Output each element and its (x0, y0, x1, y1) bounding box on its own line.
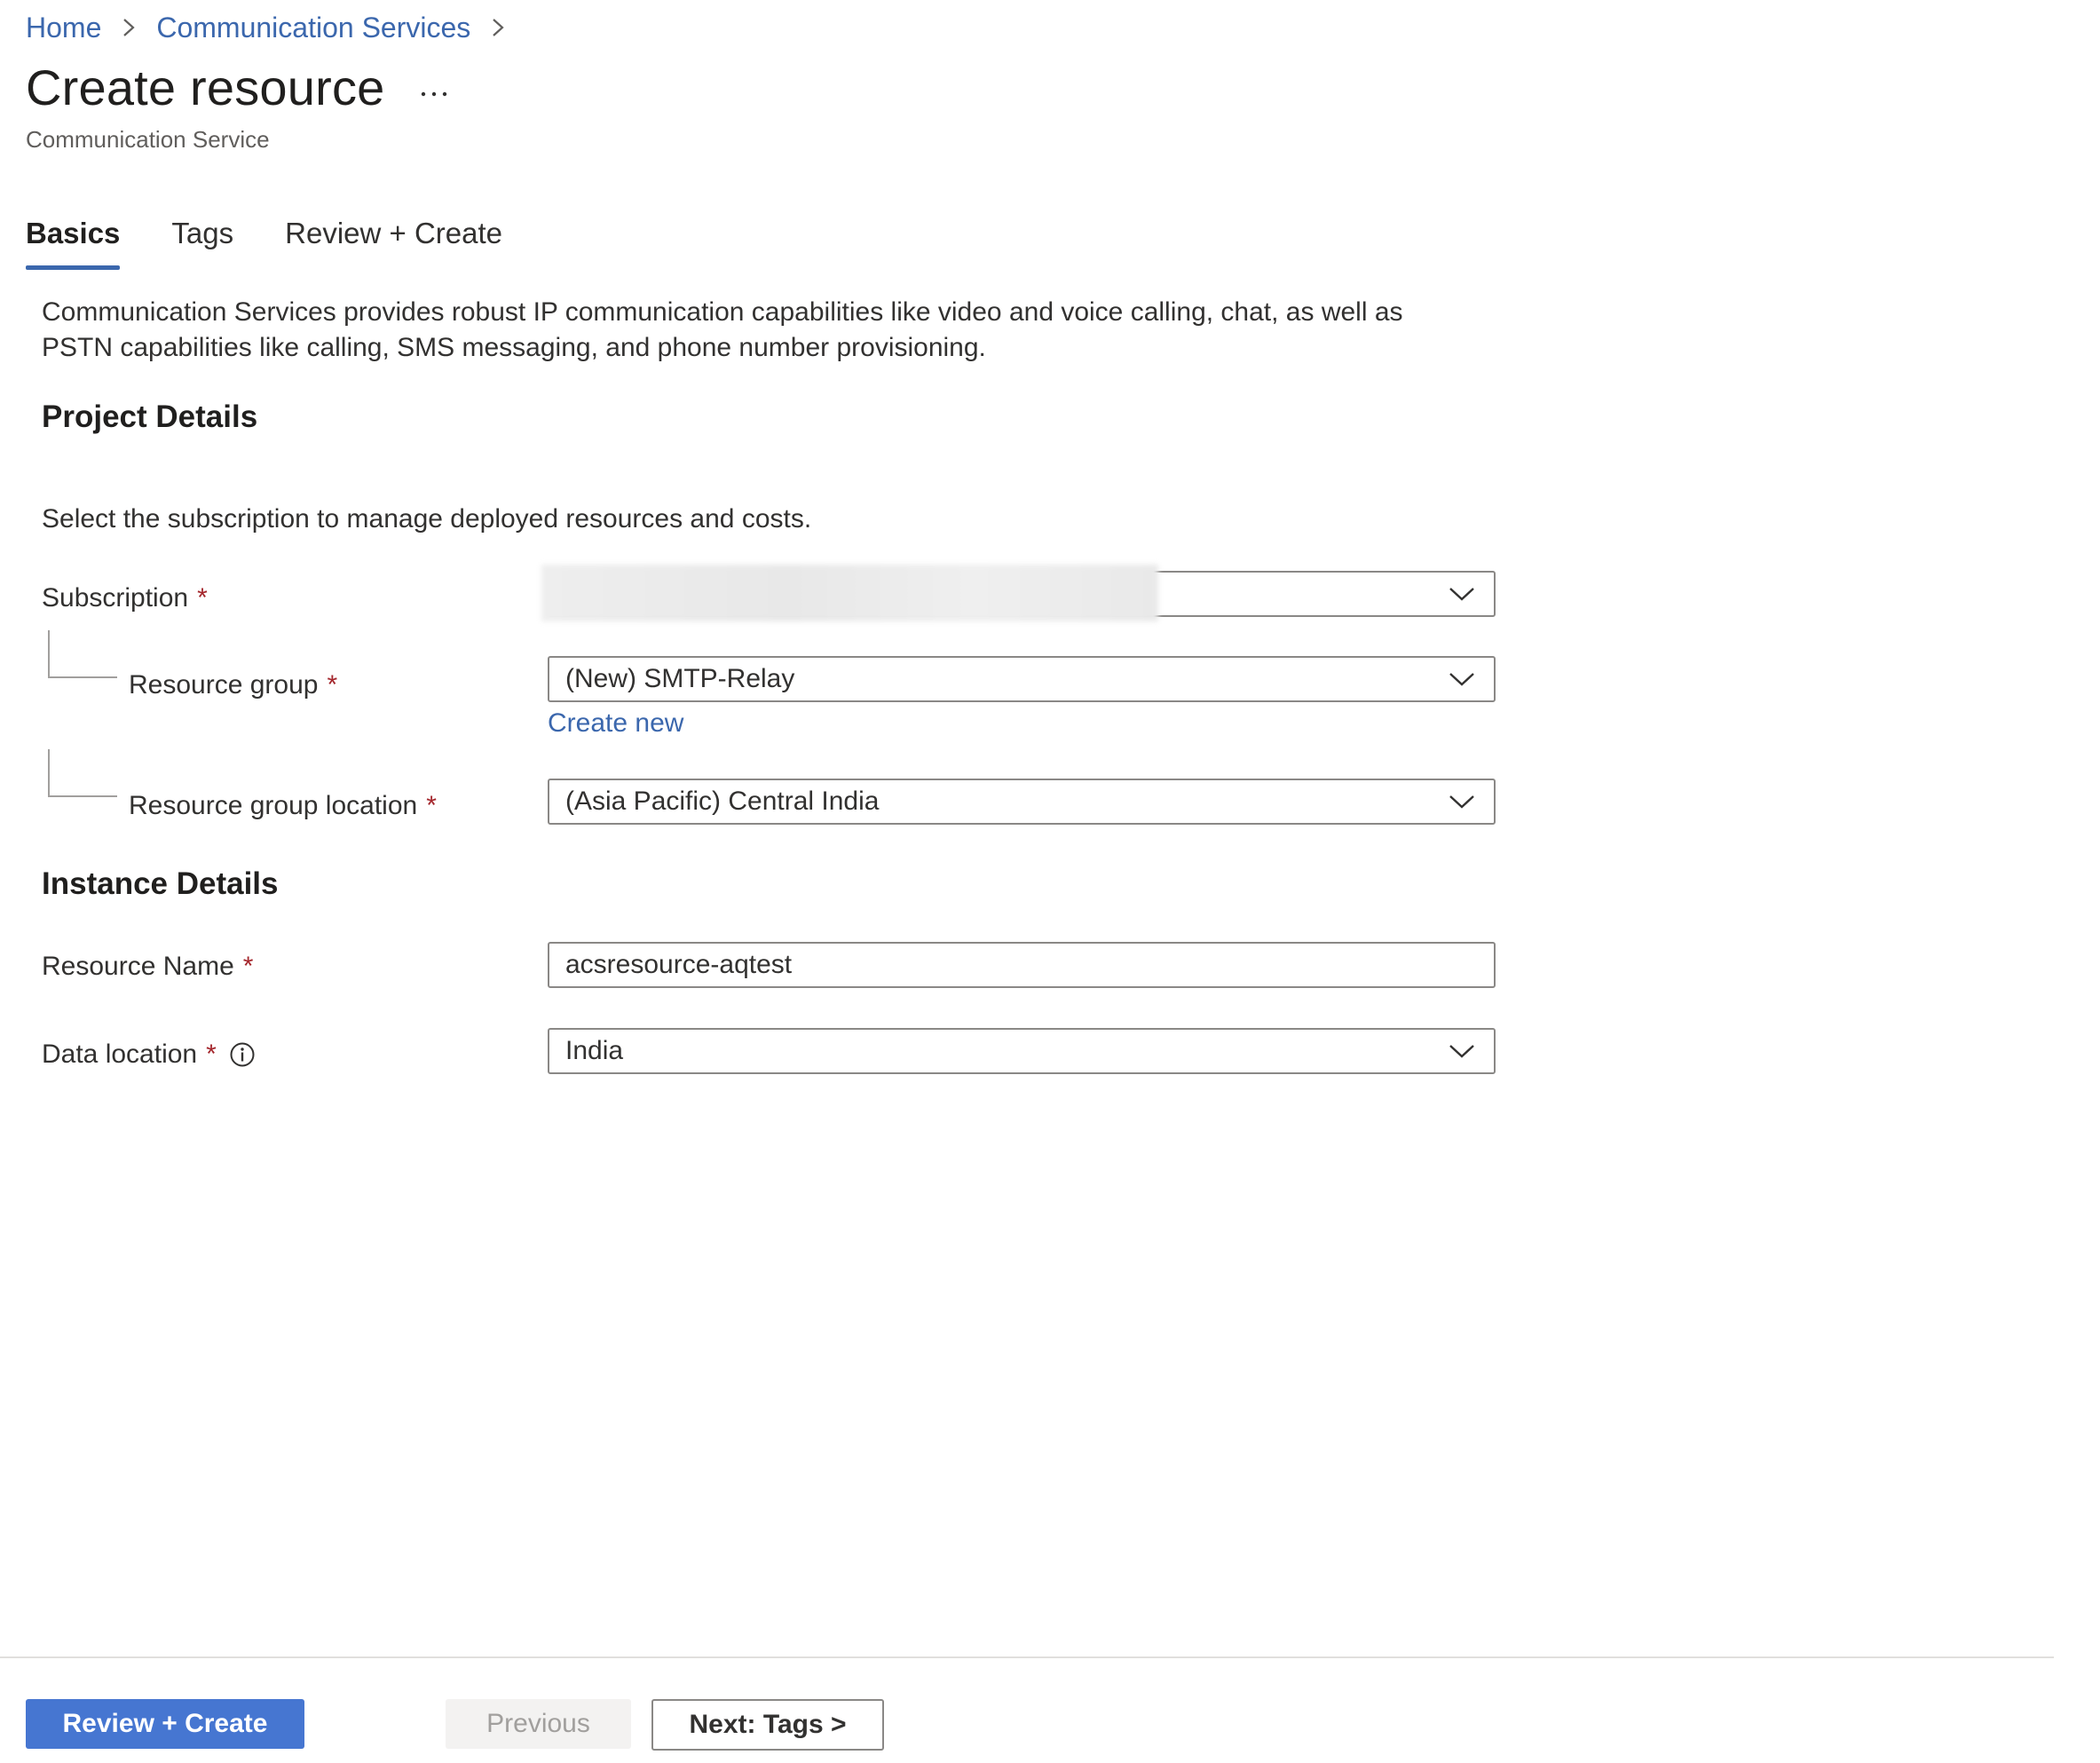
tab-review-create[interactable]: Review + Create (285, 213, 502, 272)
required-marker: * (206, 1040, 217, 1069)
chevron-down-icon (1446, 578, 1478, 610)
resource-group-location-value: (Asia Pacific) Central India (565, 787, 880, 816)
create-new-resource-group-link[interactable]: Create new (548, 708, 683, 739)
page-subtitle: Communication Service (26, 126, 270, 153)
resource-group-label: Resource group * (129, 666, 337, 705)
chevron-down-icon (1446, 663, 1478, 695)
resource-group-value: (New) SMTP-Relay (565, 664, 795, 693)
review-create-button[interactable]: Review + Create (26, 1699, 304, 1749)
resource-group-location-dropdown[interactable]: (Asia Pacific) Central India (548, 779, 1496, 825)
resource-name-input[interactable]: acsresource-aqtest (548, 942, 1496, 988)
subscription-label-text: Subscription (42, 583, 189, 613)
chevron-down-icon (1446, 1035, 1478, 1067)
resource-group-location-label: Resource group location * (129, 787, 437, 826)
breadcrumb-communication-services-link[interactable]: Communication Services (156, 12, 470, 44)
chevron-down-icon (1446, 786, 1478, 818)
resource-group-label-text: Resource group (129, 670, 319, 700)
breadcrumb: Home Communication Services (26, 7, 525, 48)
info-icon[interactable] (229, 1041, 256, 1068)
resource-name-label: Resource Name * (42, 947, 253, 986)
chevron-right-icon (114, 7, 144, 48)
next-tags-button[interactable]: Next: Tags > (651, 1699, 884, 1751)
subscription-label: Subscription * (42, 579, 208, 618)
chevron-right-icon (483, 7, 513, 48)
footer-divider (0, 1656, 2054, 1658)
required-marker: * (426, 791, 437, 820)
service-description: Communication Services provides robust I… (42, 297, 1403, 362)
tab-tags[interactable]: Tags (171, 213, 233, 272)
more-options-icon[interactable] (412, 76, 456, 112)
data-location-label-text: Data location (42, 1040, 198, 1069)
page-title: Create resource (26, 59, 385, 115)
required-marker: * (197, 583, 208, 613)
required-marker: * (327, 670, 338, 700)
resource-name-label-text: Resource Name (42, 952, 234, 981)
resource-group-location-label-text: Resource group location (129, 791, 418, 820)
required-marker: * (242, 952, 254, 981)
resource-name-value: acsresource-aqtest (565, 950, 793, 979)
project-details-helper: Select the subscription to manage deploy… (42, 504, 812, 534)
tree-connector (48, 630, 117, 678)
data-location-value: India (565, 1036, 624, 1065)
data-location-label: Data location * (42, 1035, 256, 1074)
tab-bar: Basics Tags Review + Create (26, 213, 554, 272)
previous-button: Previous (446, 1699, 631, 1749)
data-location-dropdown[interactable]: India (548, 1028, 1496, 1074)
resource-group-dropdown[interactable]: (New) SMTP-Relay (548, 656, 1496, 702)
tree-connector (48, 749, 117, 797)
tab-basics[interactable]: Basics (26, 213, 121, 272)
breadcrumb-home-link[interactable]: Home (26, 12, 101, 44)
instance-details-heading: Instance Details (42, 866, 279, 901)
project-details-heading: Project Details (42, 399, 258, 434)
redacted-subscription-mask (541, 565, 1158, 621)
